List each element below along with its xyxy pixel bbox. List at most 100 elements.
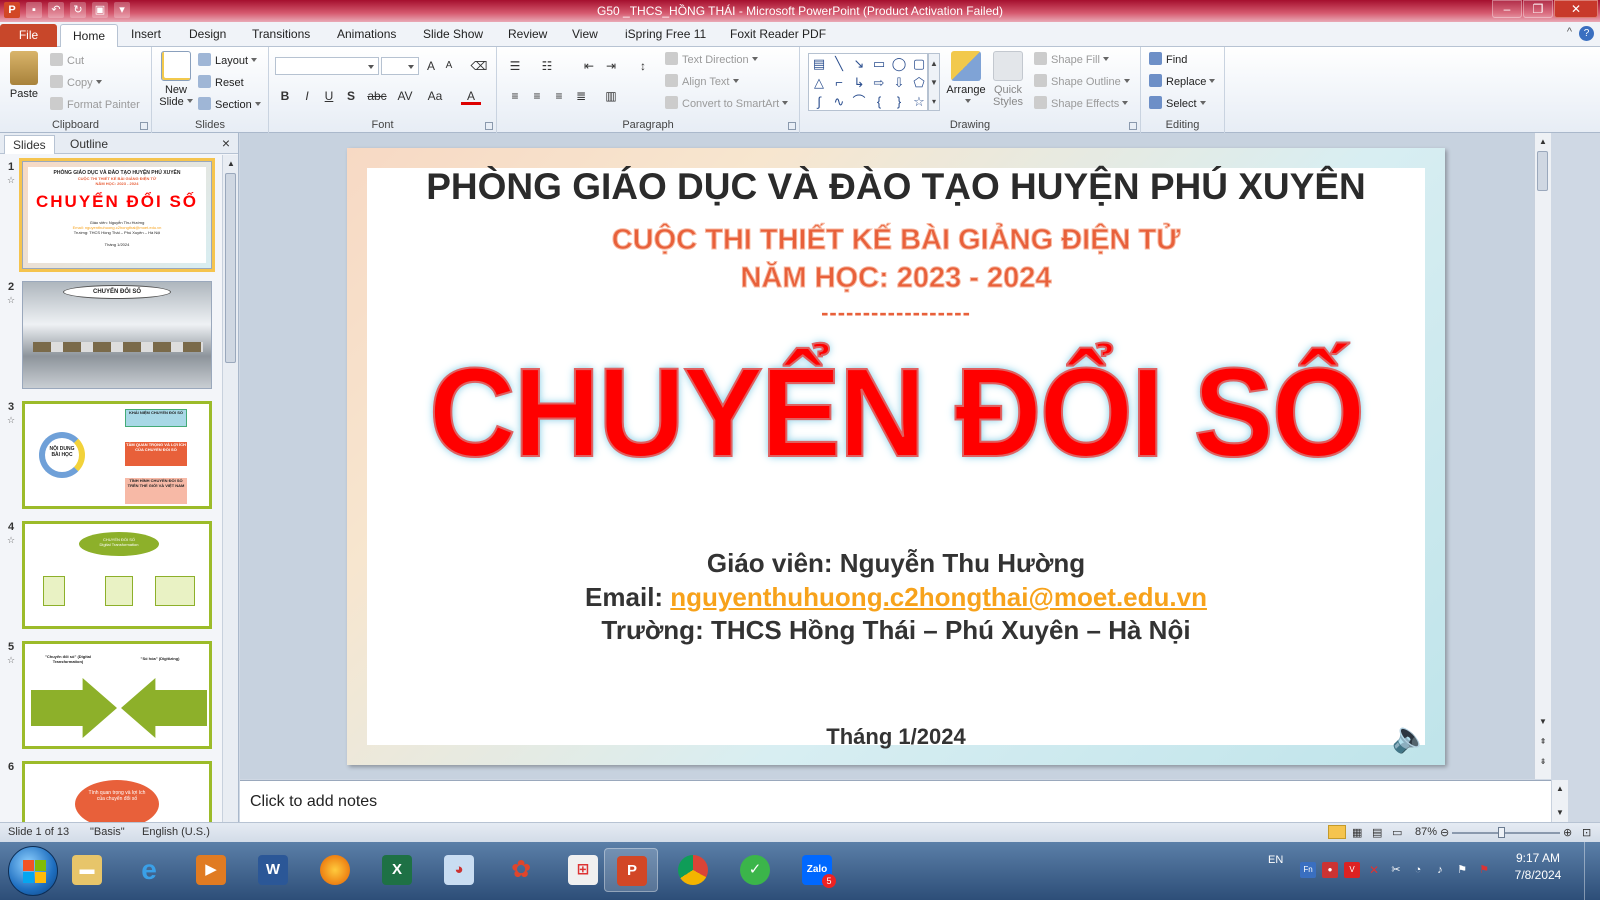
taskbar-chrome[interactable] [666,848,720,892]
elbow-connector-icon[interactable]: ⌐ [829,73,849,92]
convert-smartart-button[interactable]: Convert to SmartArt [665,96,789,110]
taskbar-coccoc[interactable]: ✓ [728,848,782,892]
zoom-out-icon[interactable]: ⊖ [1440,826,1449,839]
scroll-down-icon[interactable]: ▼ [1536,715,1550,729]
star-shape-icon[interactable]: ☆ [909,92,929,111]
clipboard-launcher-icon[interactable] [140,122,148,130]
italic-button[interactable]: I [297,87,317,105]
slide-school[interactable]: Trường: THCS Hồng Thái – Phú Xuyên – Hà … [347,615,1445,646]
tray-app-icon[interactable]: ● [1322,862,1338,878]
line-shape-icon[interactable]: ╲ [829,54,849,73]
curve-shape-icon[interactable]: ∫ [809,92,829,111]
rounded-rect-shape-icon[interactable]: ▢ [909,54,929,73]
slide-thumbnail[interactable]: PHÒNG GIÁO DỤC VÀ ĐÀO TẠO HUYỆN PHÚ XUYÊ… [19,158,215,272]
shrink-font-button[interactable]: A [439,57,459,75]
paragraph-launcher-icon[interactable] [788,122,796,130]
new-slide-button[interactable]: New Slide [156,51,196,108]
tray-wifi-icon[interactable]: ◔ [1410,862,1426,878]
strikethrough-button[interactable]: abc [365,87,389,105]
align-right-icon[interactable]: ≡ [549,87,569,105]
taskbar-powerpoint[interactable]: P [604,848,658,892]
slide-sorter-icon[interactable]: ▦ [1352,826,1362,839]
font-color-button[interactable]: A [461,87,481,105]
right-brace-shape-icon[interactable]: } [889,92,909,111]
shape-fill-button[interactable]: Shape Fill [1034,52,1109,66]
freeform-shape-icon[interactable]: ∿ [829,92,849,111]
help-icon[interactable]: ? [1579,26,1594,41]
thumbnails-scroll-thumb[interactable] [225,173,236,363]
notes-placeholder[interactable]: Click to add notes [250,793,377,811]
cut-button[interactable]: Cut [50,53,84,67]
tab-slides-panel[interactable]: Slides [4,135,55,154]
tray-keyboard-icon[interactable]: Fn [1300,862,1316,878]
notes-pane[interactable]: Click to add notes [240,780,1551,822]
scroll-up-icon[interactable]: ▲ [224,157,238,171]
format-painter-button[interactable]: Format Painter [50,97,140,111]
notes-scrollbar[interactable]: ▲ ▼ [1551,780,1568,822]
editor-scroll-thumb[interactable] [1537,151,1548,191]
arc-shape-icon[interactable]: ⌒ [849,92,869,111]
system-clock[interactable]: 9:17 AM 7/8/2024 [1508,850,1568,884]
email-link[interactable]: nguyenthuhuong.c2hongthai@moet.edu.vn [670,582,1207,612]
scroll-down-icon[interactable]: ▼ [1553,806,1567,820]
next-slide-icon[interactable]: ⇟ [1536,755,1550,769]
line-spacing-icon[interactable]: ↕ [633,57,653,75]
slide-teacher[interactable]: Giáo viên: Nguyễn Thu Hường [347,548,1445,579]
arrow-line-shape-icon[interactable]: ↘ [849,54,869,73]
audio-speaker-icon[interactable]: 🔈 [1392,720,1429,755]
slide-thumbnail[interactable]: "Chuyển đổi số" (Digital Transformation)… [22,641,212,749]
slide-canvas[interactable]: PHÒNG GIÁO DỤC VÀ ĐÀO TẠO HUYỆN PHÚ XUYÊ… [347,148,1445,765]
shadow-button[interactable]: S [341,87,361,105]
reset-button[interactable]: Reset [198,75,244,89]
zoom-slider-knob[interactable] [1498,827,1505,838]
previous-slide-icon[interactable]: ⇞ [1536,735,1550,749]
taskbar-explorer[interactable]: ▬ [60,848,114,892]
fit-to-window-icon[interactable]: ⊡ [1582,826,1591,839]
slide-thumbnail[interactable]: CHUYỂN ĐỔI SỐ Digital Transformation [22,521,212,629]
tab-file[interactable]: File [0,24,57,47]
normal-view-icon[interactable] [1328,825,1346,839]
tray-tools-icon[interactable]: ✂ [1388,862,1404,878]
thumbnails-scrollbar[interactable]: ▲ ▼ [222,155,238,838]
slide-date[interactable]: Tháng 1/2024 [347,724,1445,750]
text-direction-button[interactable]: Text Direction [665,52,758,66]
language-indicator[interactable]: English (U.S.) [142,826,210,838]
find-button[interactable]: Find [1149,52,1187,66]
tray-volume-icon[interactable]: ♪ [1432,862,1448,878]
rectangle-shape-icon[interactable]: ▭ [869,54,889,73]
scroll-up-icon[interactable]: ▲ [1553,782,1567,796]
slide-thumbnail[interactable]: CHUYỂN ĐỔI SỐ [22,281,212,389]
taskbar-firefox[interactable] [308,848,362,892]
slide-contest[interactable]: CUỘC THI THIẾT KẾ BÀI GIẢNG ĐIỆN TỬ [347,224,1445,257]
shapes-gallery-scroll[interactable]: ▲ ▼ ▾ [928,53,940,111]
shapes-gallery[interactable]: ▤ ╲ ↘ ▭ ◯ ▢ △ ⌐ ↳ ⇨ ⇩ ⬠ ∫ ∿ ⌒{} ☆ [808,53,928,111]
columns-icon[interactable]: ▥ [601,87,621,105]
slide-school-year[interactable]: NĂM HỌC: 2023 - 2024 [347,262,1445,295]
replace-button[interactable]: Replace [1149,74,1216,88]
tray-alert-icon[interactable]: ⚑ [1476,862,1492,878]
bold-button[interactable]: B [275,87,295,105]
layout-button[interactable]: Layout [198,53,258,67]
zoom-slider[interactable] [1452,827,1560,838]
numbering-icon[interactable]: ☷ [537,57,557,75]
font-size-combo[interactable] [381,57,419,75]
minimize-ribbon-icon[interactable]: ^ [1567,26,1572,38]
slide-thumbnail[interactable]: NỘI DUNG BÀI HỌC KHÁI NIỆM CHUYỂN ĐỔI SỐ… [22,401,212,509]
theme-name[interactable]: "Basis" [90,826,125,838]
tab-slide-show[interactable]: Slide Show [423,27,483,41]
taskbar-leaf-app[interactable]: ✿ [494,848,548,892]
taskbar-zalo[interactable]: Zalo 5 [790,848,844,892]
taskbar-paint[interactable]: ◕ [432,848,486,892]
paste-button[interactable]: Paste [6,51,42,100]
clear-formatting-icon[interactable]: ⌫ [469,57,489,75]
align-left-icon[interactable]: ≡ [505,87,525,105]
tab-transitions[interactable]: Transitions [252,27,310,41]
quick-styles-button[interactable]: Quick Styles [990,51,1026,108]
taskbar-ie[interactable]: e [122,848,176,892]
down-arrow-shape-icon[interactable]: ⇩ [889,73,909,92]
justify-icon[interactable]: ≣ [571,87,591,105]
bullets-icon[interactable]: ☰ [505,57,525,75]
tray-flag-icon[interactable]: ⚑ [1454,862,1470,878]
textbox-shape-icon[interactable]: ▤ [809,54,829,73]
taskbar-word[interactable]: W [246,848,300,892]
